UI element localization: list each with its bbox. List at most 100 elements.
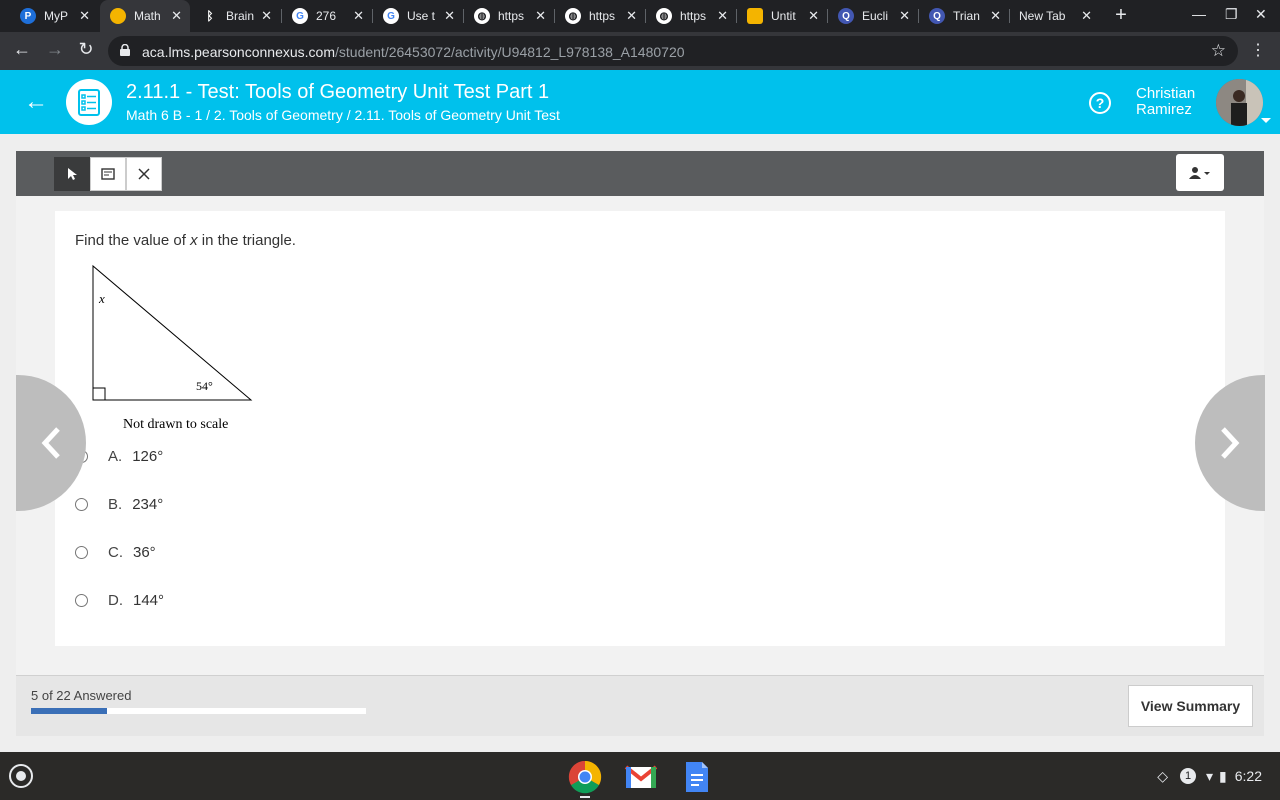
notes-tool-button[interactable] [90, 157, 126, 191]
chevron-left-icon [41, 427, 60, 459]
help-icon[interactable]: ? [1089, 92, 1111, 114]
right-angle-marker [92, 387, 106, 401]
back-icon[interactable]: ← [10, 39, 34, 60]
tab-title: Untit [771, 9, 796, 23]
question-prompt: Find the value of x in the triangle. [75, 232, 296, 249]
new-tab-icon[interactable]: + [1110, 4, 1132, 27]
option-value: 234° [132, 495, 164, 513]
person-icon [1189, 166, 1210, 179]
user-menu-button[interactable] [1176, 154, 1224, 191]
close-icon[interactable]: ✕ [171, 8, 182, 24]
lock-icon [120, 44, 130, 56]
chevron-down-icon[interactable] [1261, 118, 1271, 123]
globe-icon: ◍ [565, 8, 581, 24]
tab-title: New Tab [1019, 9, 1066, 23]
globe-icon: ◍ [474, 8, 490, 24]
tab-3[interactable]: G 276 ✕ [282, 0, 372, 32]
tab-title: Trian [953, 9, 980, 23]
bookmark-star-icon[interactable]: ☆ [1211, 41, 1226, 61]
tab-2[interactable]: ᛒ Brain ✕ [192, 0, 280, 32]
close-icon[interactable]: ✕ [261, 8, 272, 24]
diagram-caption: Not drawn to scale [123, 417, 228, 432]
user-first-name: Christian [1136, 85, 1196, 102]
answer-option-c[interactable]: C. 36° [75, 541, 156, 563]
google-icon: G [383, 8, 399, 24]
progress-footer: 5 of 22 Answered View Summary [16, 675, 1264, 736]
prompt-text-end: in the triangle. [197, 232, 296, 249]
more-menu-icon[interactable]: ⋮ [1250, 40, 1266, 60]
close-icon[interactable]: ✕ [808, 8, 819, 24]
tab-title: MyP [44, 9, 68, 23]
activity-header: ← 2.11.1 - Test: Tools of Geometry Unit … [0, 70, 1280, 134]
answered-count: 5 of 22 Answered [31, 688, 132, 703]
close-icon[interactable]: ✕ [1081, 8, 1092, 24]
eliminator-tool-button[interactable] [126, 157, 162, 191]
back-arrow-icon[interactable]: ← [24, 88, 48, 116]
question-area: Find the value of x in the triangle. x 5… [16, 196, 1264, 676]
close-icon[interactable]: ✕ [79, 8, 90, 24]
tab-4[interactable]: G Use t ✕ [373, 0, 463, 32]
question-card: Find the value of x in the triangle. x 5… [55, 211, 1225, 646]
chevron-right-icon [1221, 427, 1240, 459]
minimize-icon[interactable]: — [1192, 6, 1206, 22]
view-summary-button[interactable]: View Summary [1128, 685, 1253, 727]
active-app-indicator [580, 796, 590, 798]
tab-title: https [589, 9, 616, 23]
tab-11[interactable]: New Tab ✕ [1010, 0, 1100, 32]
quizlet-icon: Q [838, 8, 854, 24]
gmail-icon[interactable] [624, 760, 658, 794]
close-icon[interactable]: ✕ [990, 8, 1001, 24]
address-bar[interactable]: aca.lms.pearsonconnexus.com/student/2645… [108, 36, 1238, 66]
close-icon[interactable]: ✕ [444, 8, 455, 24]
tab-5[interactable]: ◍ https ✕ [464, 0, 554, 32]
page-content: ← 2.11.1 - Test: Tools of Geometry Unit … [0, 70, 1280, 752]
tab-9[interactable]: Q Eucli ✕ [828, 0, 918, 32]
close-icon[interactable]: ✕ [626, 8, 637, 24]
angle-label: 54° [196, 379, 213, 393]
clock: 6:22 [1234, 768, 1262, 784]
tab-1[interactable]: Math ✕ [100, 0, 190, 32]
option-letter: D. [108, 591, 123, 609]
user-name[interactable]: Christian Ramirez [1136, 86, 1195, 118]
restore-icon[interactable]: ❐ [1225, 6, 1238, 23]
close-icon[interactable]: ✕ [717, 8, 728, 24]
launcher-icon[interactable] [9, 764, 33, 788]
progress-fill [31, 708, 108, 714]
prompt-variable: x [190, 232, 198, 249]
tab-0[interactable]: P MyP ✕ [10, 0, 98, 32]
tab-title: https [498, 9, 525, 23]
os-shelf: ◇ 1 ▾ ▮ 6:22 [0, 752, 1280, 800]
reload-icon[interactable]: ↻ [74, 39, 98, 60]
close-window-icon[interactable]: ✕ [1255, 6, 1267, 23]
right-triangle [92, 264, 253, 401]
answer-option-a[interactable]: A. 126° [75, 445, 163, 467]
option-value: 126° [132, 447, 164, 465]
close-icon[interactable]: ✕ [353, 8, 364, 24]
status-tray[interactable]: ◇ 1 ▾ ▮ 6:22 [1157, 752, 1280, 800]
tab-title: https [680, 9, 707, 23]
forward-icon[interactable]: → [43, 39, 67, 60]
tab-10[interactable]: Q Trian ✕ [919, 0, 1009, 32]
quizlet-icon: Q [929, 8, 945, 24]
chrome-icon[interactable] [568, 760, 602, 794]
close-icon[interactable]: ✕ [535, 8, 546, 24]
answer-option-d[interactable]: D. 144° [75, 589, 164, 611]
tab-7[interactable]: ◍ https ✕ [646, 0, 736, 32]
close-icon[interactable]: ✕ [899, 8, 910, 24]
progress-bar [31, 708, 366, 714]
pearson-globe-icon [110, 8, 126, 24]
radio-button[interactable] [75, 497, 88, 511]
answer-option-b[interactable]: B. 234° [75, 493, 163, 515]
option-letter: B. [108, 495, 123, 513]
brainly-icon: ᛒ [206, 9, 214, 23]
radio-button[interactable] [75, 593, 88, 607]
avatar[interactable] [1216, 79, 1263, 126]
tab-title: 276 [316, 9, 337, 23]
pointer-tool-button[interactable] [54, 157, 90, 191]
docs-icon[interactable] [680, 760, 714, 794]
tab-6[interactable]: ◍ https ✕ [555, 0, 645, 32]
radio-button[interactable] [75, 545, 88, 559]
tab-8[interactable]: Untit ✕ [737, 0, 827, 32]
option-value: 144° [133, 591, 165, 609]
user-last-name: Ramirez [1136, 101, 1192, 118]
